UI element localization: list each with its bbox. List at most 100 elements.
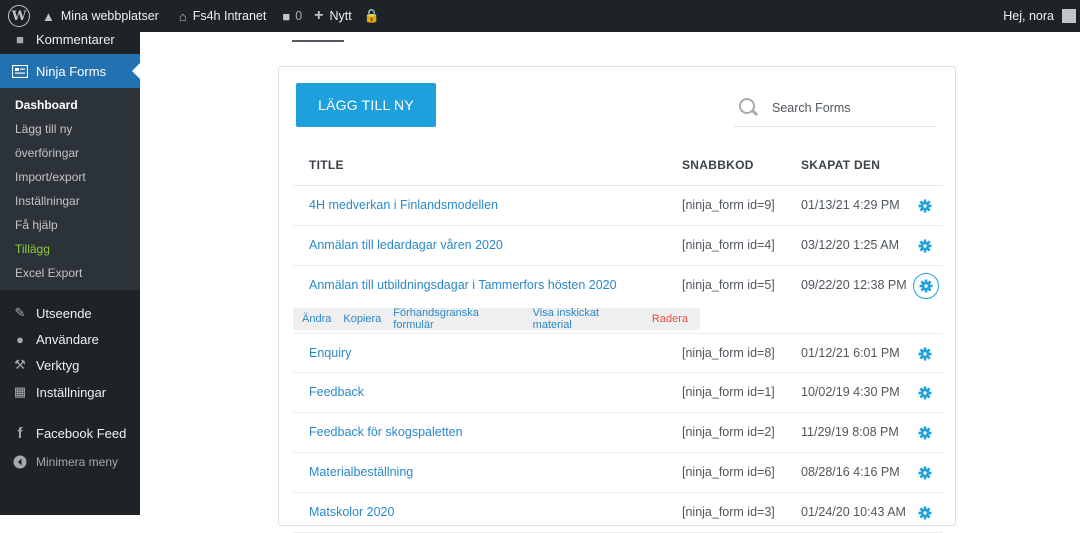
menu-ninja-forms-label: Ninja Forms [36, 63, 107, 79]
site-name-menu[interactable]: ⌂ Fs4h Intranet [173, 0, 273, 32]
submenu-settings[interactable]: Inställningar [0, 189, 140, 213]
submissions-action[interactable]: Visa inskickat material [533, 307, 640, 331]
form-title-link[interactable]: Anmälan till ledardagar våren 2020 [309, 238, 503, 252]
form-title-link[interactable]: Matskolor 2020 [309, 505, 394, 519]
form-title-link[interactable]: Anmälan till utbildningsdagar i Tammerfo… [309, 278, 617, 292]
avatar [1062, 9, 1076, 23]
forms-icon [12, 63, 28, 79]
comments-menu[interactable]: ■ 0 [276, 0, 308, 32]
shortcode: [ninja_form id=5] [682, 278, 775, 292]
column-title[interactable]: TITLE [309, 158, 344, 172]
collapse-icon [12, 454, 28, 470]
form-title-link[interactable]: Enquiry [309, 346, 351, 360]
plus-icon: + [314, 7, 324, 24]
created-date: 03/12/20 1:25 AM [801, 238, 899, 252]
menu-settings[interactable]: ▦ Inställningar [0, 377, 140, 407]
comment-icon: ■ [16, 31, 24, 47]
created-date: 01/24/20 10:43 AM [801, 505, 906, 519]
submenu-add-new[interactable]: Lägg till ny [0, 117, 140, 141]
new-label: Nytt [329, 9, 352, 23]
admin-bar: W ▲ Mina webbplatser ⌂ Fs4h Intranet ■ 0… [0, 0, 1080, 32]
menu-tools[interactable]: ⚒ Verktyg [0, 350, 140, 380]
collapse-menu-button[interactable]: Minimera meny [0, 447, 140, 477]
users-icon: ● [16, 331, 24, 347]
submenu-addons[interactable]: Tillägg [0, 237, 140, 261]
menu-tools-label: Verktyg [36, 357, 80, 373]
created-date: 10/02/19 4:30 PM [801, 385, 900, 399]
menu-settings-label: Inställningar [36, 384, 107, 400]
gear-icon[interactable] [917, 505, 933, 521]
table-row: Anmälan till utbildningsdagar i Tammerfo… [293, 266, 943, 306]
delete-action[interactable]: Radera [652, 313, 688, 325]
edit-action[interactable]: Ändra [302, 313, 331, 325]
created-date: 01/12/21 6:01 PM [801, 346, 900, 360]
shortcode: [ninja_form id=4] [682, 238, 775, 252]
column-shortcode[interactable]: SNABBKOD [682, 158, 754, 172]
menu-facebook-feed-label: Facebook Feed [36, 425, 127, 441]
gear-icon[interactable] [917, 425, 933, 441]
gear-icon[interactable] [913, 273, 939, 299]
menu-users-label: Användare [36, 331, 99, 347]
site-name-label: Fs4h Intranet [192, 9, 267, 23]
table-row: Anmälan till ledardagar våren 2020 [ninj… [293, 226, 943, 266]
gear-icon[interactable] [917, 346, 933, 362]
gear-icon[interactable] [917, 238, 933, 254]
table-header: TITLE SNABBKOD SKAPAT DEN [293, 146, 943, 186]
comment-icon: ■ [282, 8, 291, 24]
gear-icon[interactable] [917, 385, 933, 401]
table-row: 4H medverkan i Finlandsmodellen [ninja_f… [293, 186, 943, 226]
shortcode: [ninja_form id=2] [682, 425, 775, 439]
shortcode: [ninja_form id=9] [682, 198, 775, 212]
created-date: 01/13/21 4:29 PM [801, 198, 900, 212]
settings-icon: ▦ [13, 384, 27, 399]
duplicate-action[interactable]: Kopiera [343, 313, 381, 325]
add-new-form-button[interactable]: LÄGG TILL NY [296, 83, 436, 127]
submenu-import-export[interactable]: Import/export [0, 165, 140, 189]
form-title-link[interactable]: Materialbeställning [309, 465, 413, 479]
shortcode: [ninja_form id=8] [682, 346, 775, 360]
forms-card: LÄGG TILL NY TITLE SNABBKOD SKAPAT DEN 4… [278, 66, 956, 533]
submenu-transfers[interactable]: överföringar [0, 141, 140, 165]
menu-ninja-forms[interactable]: Ninja Forms [0, 54, 140, 88]
created-date: 09/22/20 12:38 PM [801, 278, 907, 292]
submenu-get-help[interactable]: Få hjälp [0, 213, 140, 237]
search-icon [738, 97, 760, 119]
wrench-icon: ⚒ [14, 357, 26, 372]
submenu-excel-export[interactable]: Excel Export [0, 261, 140, 285]
row-actions: Ändra Kopiera Förhandsgranska formulär V… [293, 307, 700, 331]
my-account-menu[interactable]: Hej, nora [1003, 9, 1080, 23]
menu-comments[interactable]: ■ Kommentarer [0, 28, 140, 50]
shortcode: [ninja_form id=1] [682, 385, 775, 399]
gear-icon[interactable] [917, 198, 933, 214]
search-forms-input[interactable] [772, 100, 922, 115]
form-title-link[interactable]: Feedback för skogspaletten [309, 425, 463, 439]
table-row: Matskolor 2020 [ninja_form id=3] 01/24/2… [293, 493, 943, 533]
column-created[interactable]: SKAPAT DEN [801, 158, 880, 172]
sites-icon: ▲ [42, 8, 55, 24]
menu-appearance-label: Utseende [36, 305, 92, 321]
lock-menu[interactable]: 🔒 [358, 0, 386, 32]
home-icon: ⌂ [178, 8, 187, 24]
comments-count: 0 [295, 9, 303, 23]
my-sites-label: Mina webbplatser [60, 9, 159, 23]
submenu-dashboard[interactable]: Dashboard [0, 93, 140, 117]
wordpress-icon: W [8, 5, 30, 27]
current-menu-arrow [132, 63, 140, 79]
greeting-label: Hej, nora [1003, 9, 1054, 23]
form-title-link[interactable]: 4H medverkan i Finlandsmodellen [309, 198, 498, 212]
new-content-menu[interactable]: + Nytt [308, 0, 358, 32]
gear-icon[interactable] [917, 465, 933, 481]
menu-comments-label: Kommentarer [36, 31, 115, 47]
facebook-icon: f [17, 424, 23, 442]
search-box [734, 89, 936, 127]
preview-action[interactable]: Förhandsgranska formulär [393, 307, 520, 331]
form-title-link[interactable]: Feedback [309, 385, 364, 399]
created-date: 11/29/19 8:08 PM [801, 425, 899, 439]
shortcode: [ninja_form id=3] [682, 505, 775, 519]
menu-facebook-feed[interactable]: f Facebook Feed [0, 418, 140, 448]
table-row: Feedback [ninja_form id=1] 10/02/19 4:30… [293, 373, 943, 413]
shortcode: [ninja_form id=6] [682, 465, 775, 479]
table-row: Feedback för skogspaletten [ninja_form i… [293, 413, 943, 453]
table-row: Enquiry [ninja_form id=8] 01/12/21 6:01 … [293, 333, 943, 373]
table-row: Materialbeställning [ninja_form id=6] 08… [293, 453, 943, 493]
